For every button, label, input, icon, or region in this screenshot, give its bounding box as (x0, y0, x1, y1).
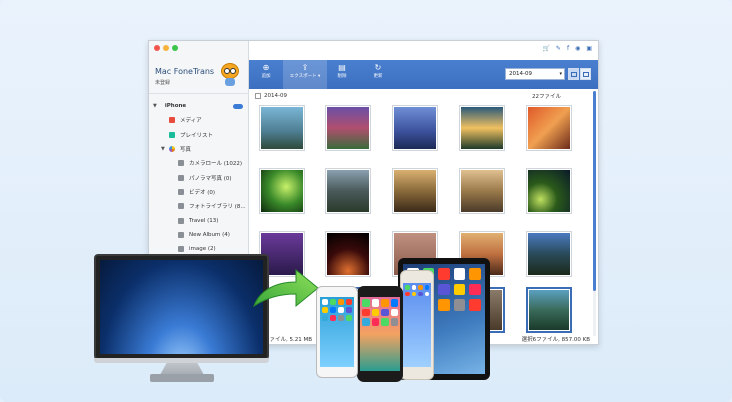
photo-thumbnail[interactable] (526, 168, 572, 214)
group-select-checkbox[interactable] (255, 93, 261, 99)
group-count: 22ファイル (532, 94, 561, 100)
photo-thumbnail[interactable] (325, 231, 371, 277)
wrench-icon[interactable]: ✎ (556, 45, 561, 52)
iphone-black-device (357, 286, 403, 382)
device-row-iphone[interactable]: ▼ iPhone (149, 99, 249, 113)
chevron-down-icon: ▾ (559, 71, 562, 77)
add-button[interactable]: ⊕ 追加 (251, 63, 281, 81)
photo-thumbnail[interactable] (459, 168, 505, 214)
status-selected: 選択6ファイル, 857.00 KB (521, 337, 590, 343)
device-name: iPhone (164, 103, 187, 110)
sidebar-item-label: ビデオ (0) (189, 189, 216, 196)
device-tree: ▼ iPhone メディア プレイリスト ▼ 写真 カメラロール (1022) (149, 99, 249, 256)
group-date: 2014-09 (264, 93, 287, 99)
chevron-down-icon[interactable]: ▼ (153, 103, 157, 109)
photo-thumbnail[interactable] (526, 287, 572, 333)
sidebar-divider (149, 93, 249, 94)
sidebar-item-playlist[interactable]: プレイリスト (149, 128, 249, 142)
sidebar-item-label: パノラマ写真 (0) (189, 175, 232, 182)
media-icon (169, 117, 175, 124)
delete-button[interactable]: ▤ 削除 (327, 63, 357, 81)
photo-thumbnail[interactable] (259, 105, 305, 151)
chevron-down-icon[interactable]: ▼ (161, 146, 165, 152)
monitor-chin (94, 358, 269, 363)
photo-thumbnail[interactable] (392, 105, 438, 151)
export-label: エクスポート (289, 74, 317, 79)
eject-icon[interactable] (233, 103, 243, 109)
photo-thumbnail[interactable] (259, 168, 305, 214)
plus-icon: ⊕ (262, 63, 270, 72)
date-filter-value: 2014-09 (509, 71, 532, 77)
iphone-gold-device (400, 270, 434, 380)
sidebar-item-panorama[interactable]: パノラマ写真 (0) (149, 170, 249, 184)
photo-thumbnail[interactable] (392, 168, 438, 214)
mascot-logo-icon (219, 59, 241, 87)
close-window-button[interactable] (154, 45, 160, 51)
playlist-icon (169, 131, 175, 138)
minimize-window-button[interactable] (163, 45, 169, 51)
sidebar-item-label: 写真 (179, 147, 191, 154)
list-view-icon (571, 72, 577, 77)
album-icon (178, 231, 184, 238)
album-icon (178, 217, 184, 224)
registration-status: 未登録 (155, 80, 171, 86)
album-icon (178, 188, 184, 195)
refresh-icon: ↻ (374, 63, 382, 72)
iphone-white-screen (320, 297, 354, 367)
sidebar-item-photos[interactable]: ▼ 写真 (149, 142, 249, 156)
sidebar-item-label: image (2) (189, 246, 216, 253)
monitor-base (150, 374, 214, 382)
export-icon: ⇪ (301, 63, 309, 72)
photos-icon (168, 146, 175, 153)
refresh-button[interactable]: ↻ 更新 (363, 63, 393, 81)
date-filter-select[interactable]: 2014-09 ▾ (505, 68, 565, 80)
photo-thumbnail[interactable] (325, 105, 371, 151)
sidebar-item-video[interactable]: ビデオ (0) (149, 185, 249, 199)
sidebar-item-travel[interactable]: Travel (13) (149, 213, 249, 227)
photo-thumbnail[interactable] (459, 105, 505, 151)
share-icon[interactable]: ▣ (586, 45, 592, 52)
top-icons: 🛒 ✎ f ◉ ▣ (542, 45, 592, 52)
album-icon (178, 246, 184, 253)
photo-thumbnail[interactable] (526, 231, 572, 277)
album-icon (178, 160, 184, 167)
sidebar-item-media[interactable]: メディア (149, 113, 249, 127)
sidebar-item-label: フォトライブラリ (8... (189, 204, 246, 211)
export-button[interactable]: ⇪ エクスポート ▾ (283, 60, 327, 89)
list-view-button[interactable] (568, 68, 579, 80)
trash-icon: ▤ (338, 63, 346, 72)
grid-view-button[interactable] (580, 68, 591, 80)
album-icon (178, 203, 184, 210)
toolbar: ⊕ 追加 ⇪ エクスポート ▾ ▤ 削除 ↻ 更新 2014-09 ▾ (249, 60, 598, 89)
zoom-window-button[interactable] (172, 45, 178, 51)
photo-thumbnail[interactable] (526, 105, 572, 151)
sidebar-item-camera-roll[interactable]: カメラロール (1022) (149, 156, 249, 170)
window-controls (154, 45, 178, 51)
date-group-header: 2014-09 22ファイル (255, 91, 595, 101)
iphone-gold-screen (403, 283, 431, 367)
facebook-icon[interactable]: f (567, 45, 569, 52)
photo-thumbnail[interactable] (325, 168, 371, 214)
iphone-white-device (316, 286, 358, 378)
grid-view-icon (583, 72, 589, 77)
sidebar-item-label: New Album (4) (189, 231, 230, 238)
cart-icon[interactable]: 🛒 (542, 45, 549, 52)
app-brand: Mac FoneTrans (155, 67, 215, 76)
sidebar-item-label: カメラロール (1022) (189, 161, 243, 168)
eye-icon[interactable]: ◉ (575, 45, 580, 52)
sidebar-item-label: Travel (13) (189, 217, 219, 224)
album-icon (178, 174, 184, 181)
monitor-screen (100, 260, 263, 354)
sidebar-item-new-album[interactable]: New Album (4) (149, 228, 249, 242)
transfer-arrow-icon (252, 268, 319, 308)
sidebar-item-label: プレイリスト (180, 132, 214, 139)
iphone-black-screen (360, 297, 400, 371)
desktop-monitor (94, 254, 269, 360)
sidebar-item-photo-library[interactable]: フォトライブラリ (8... (149, 199, 249, 213)
sidebar-item-label: メディア (180, 118, 202, 125)
